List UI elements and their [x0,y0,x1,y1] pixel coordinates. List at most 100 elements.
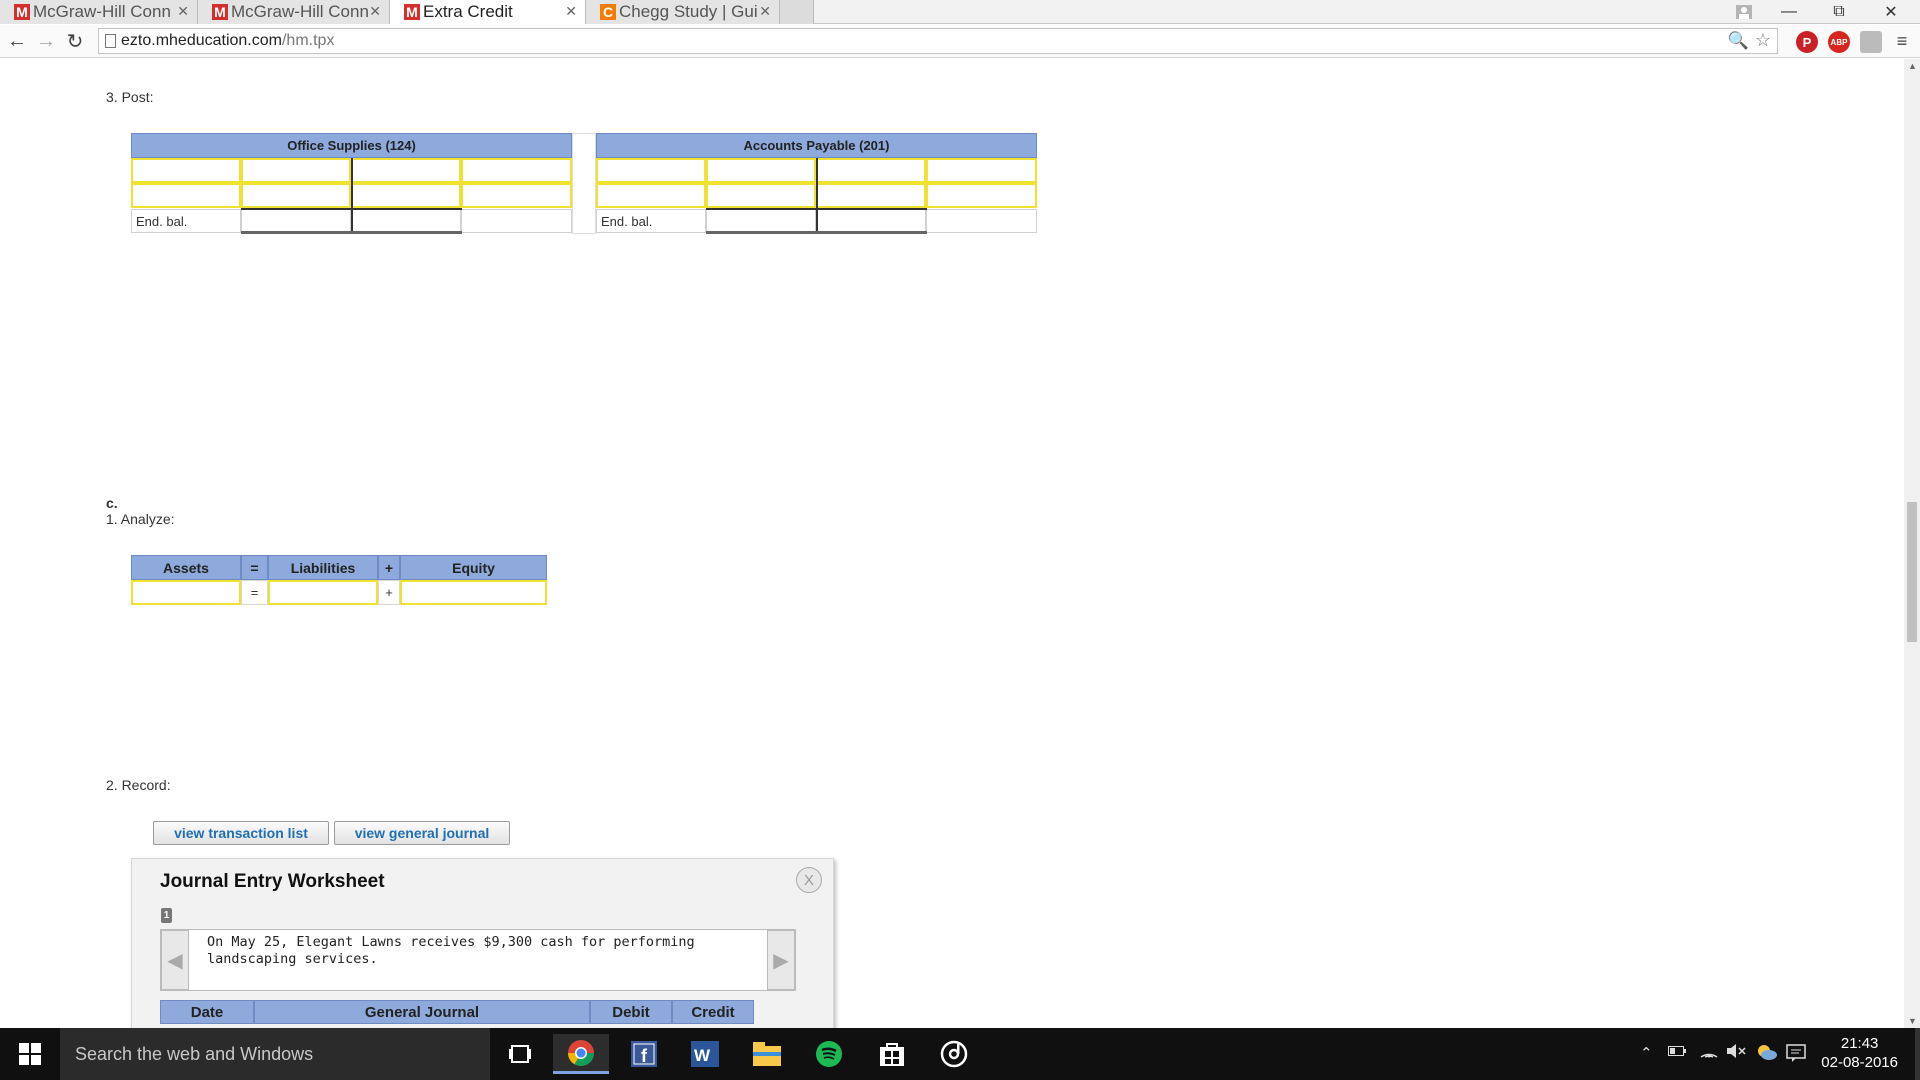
close-icon[interactable]: X [796,867,822,893]
ap-credit-amount-2[interactable] [926,183,1037,208]
ap-credit-date-1[interactable] [816,158,926,183]
scroll-down-icon[interactable]: ▼ [1908,1016,1917,1026]
assets-input[interactable] [131,580,241,605]
assets-header: Assets [131,555,241,580]
view-transaction-list-button[interactable]: view transaction list [153,821,329,845]
scroll-up-icon[interactable]: ▲ [1908,61,1917,71]
page-scrollbar[interactable]: ▲ ▼ [1904,59,1920,1028]
adblock-icon[interactable]: ABP [1828,31,1850,53]
spotify-icon[interactable] [808,1034,850,1074]
os-credit-amount-1[interactable] [461,158,572,183]
os-credit-date-2[interactable] [351,183,461,208]
browser-toolbar: ← → ↻ ezto.mheducation.com/hm.tpx 🔍 ☆ P … [0,25,1920,58]
ap-credit-date-2[interactable] [816,183,926,208]
restore-icon[interactable]: ⧉ [1814,0,1864,24]
next-arrow-icon[interactable]: ▶ [767,930,795,990]
tab-chegg[interactable]: C Chegg Study | Gui ✕ [586,0,780,24]
wifi-icon[interactable] [1700,1044,1718,1062]
equity-input[interactable] [400,580,547,605]
facebook-icon[interactable]: f [623,1034,665,1074]
equals-header: = [241,555,268,580]
step1-analyze-label: 1. Analyze: [106,511,175,527]
ap-debit-amount-1[interactable] [706,158,816,183]
liabilities-input[interactable] [268,580,378,605]
show-hidden-icons[interactable]: ⌃ [1640,1044,1653,1062]
ap-debit-date-1[interactable] [596,158,706,183]
clock-date: 02-08-2016 [1821,1054,1898,1071]
journal-entry-worksheet: Journal Entry Worksheet X 1 ◀ On May 25,… [131,858,834,1033]
close-tab-icon[interactable]: ✕ [759,3,771,20]
windows-taskbar: Search the web and Windows f W ⌃ 21:43 0… [0,1028,1920,1080]
bookmark-star-icon[interactable]: ☆ [1755,30,1771,51]
ap-credit-amount-1[interactable] [926,158,1037,183]
entry-number-badge[interactable]: 1 [161,908,172,923]
account-gap [572,133,596,234]
groove-music-icon[interactable] [933,1034,975,1074]
tab-mcgraw-hill-2[interactable]: M McGraw-Hill Conn ✕ [198,0,390,24]
tab-label: Chegg Study | Gui [619,2,758,21]
t-account-divider [816,158,818,234]
mcgraw-hill-icon: M [212,4,228,20]
end-bal-rule [706,208,927,210]
windows-start-icon[interactable] [0,1028,60,1080]
os-credit-date-1[interactable] [351,158,461,183]
new-tab-button[interactable] [780,0,814,24]
forward-icon[interactable]: → [34,29,58,53]
os-end-bal-credit[interactable] [351,209,461,233]
os-debit-amount-2[interactable] [241,183,351,208]
col-date-header: Date [160,1000,254,1024]
volume-muted-icon[interactable] [1726,1044,1746,1062]
profile-icon[interactable] [1719,0,1769,24]
back-icon[interactable]: ← [5,29,29,53]
zoom-icon[interactable]: 🔍 [1728,31,1749,51]
word-icon[interactable]: W [684,1034,726,1074]
accounts-payable-header: Accounts Payable (201) [596,133,1037,158]
screen: M McGraw-Hill Conn ✕ M McGraw-Hill Conn … [0,0,1920,1080]
file-explorer-icon[interactable] [746,1034,788,1074]
taskbar-search-input[interactable]: Search the web and Windows [60,1028,490,1080]
ap-end-bal-debit[interactable] [706,209,816,233]
col-debit-header: Debit [590,1000,672,1024]
os-debit-date-1[interactable] [131,158,241,183]
ap-end-bal-blank [926,209,1037,233]
close-tab-icon[interactable]: ✕ [369,3,381,20]
office-supplies-header: Office Supplies (124) [131,133,572,158]
taskbar-clock[interactable]: 21:43 02-08-2016 [1821,1034,1898,1072]
os-credit-amount-2[interactable] [461,183,572,208]
os-end-bal-debit[interactable] [241,209,351,233]
chrome-icon[interactable] [553,1034,609,1074]
weather-icon[interactable] [1756,1044,1778,1064]
equals-sign: = [241,580,268,605]
close-tab-icon[interactable]: ✕ [565,3,577,20]
notifications-icon[interactable] [1786,1044,1806,1066]
plus-sign: + [378,580,400,605]
step2-record-label: 2. Record: [106,777,171,793]
store-icon[interactable] [871,1034,913,1074]
os-debit-amount-1[interactable] [241,158,351,183]
pinterest-icon[interactable]: P [1796,31,1818,53]
tab-extra-credit[interactable]: M Extra Credit ✕ [390,0,586,24]
prev-arrow-icon[interactable]: ◀ [161,930,189,990]
ap-debit-date-2[interactable] [596,183,706,208]
end-bal-double-rule [706,231,927,234]
extension-icon[interactable] [1860,31,1882,53]
ap-debit-amount-2[interactable] [706,183,816,208]
task-view-icon[interactable] [499,1034,541,1074]
battery-icon[interactable] [1668,1044,1686,1061]
col-general-journal-header: General Journal [254,1000,590,1024]
view-general-journal-button[interactable]: view general journal [334,821,510,845]
menu-icon[interactable]: ≡ [1890,29,1914,53]
close-tab-icon[interactable]: ✕ [177,3,189,20]
minimize-icon[interactable]: — [1764,0,1814,24]
address-bar[interactable]: ezto.mheducation.com/hm.tpx 🔍 ☆ [98,28,1778,54]
os-debit-date-2[interactable] [131,183,241,208]
reload-icon[interactable]: ↻ [63,29,87,53]
transaction-description: On May 25, Elegant Lawns receives $9,300… [207,934,695,967]
close-window-icon[interactable]: ✕ [1866,0,1916,24]
ap-end-bal-credit[interactable] [816,209,926,233]
show-desktop-button[interactable] [1915,1028,1920,1080]
svg-text:f: f [641,1046,648,1066]
tab-mcgraw-hill-1[interactable]: M McGraw-Hill Conn ✕ [0,0,198,24]
scroll-thumb[interactable] [1907,502,1917,642]
tab-label: McGraw-Hill Conn [231,2,369,21]
